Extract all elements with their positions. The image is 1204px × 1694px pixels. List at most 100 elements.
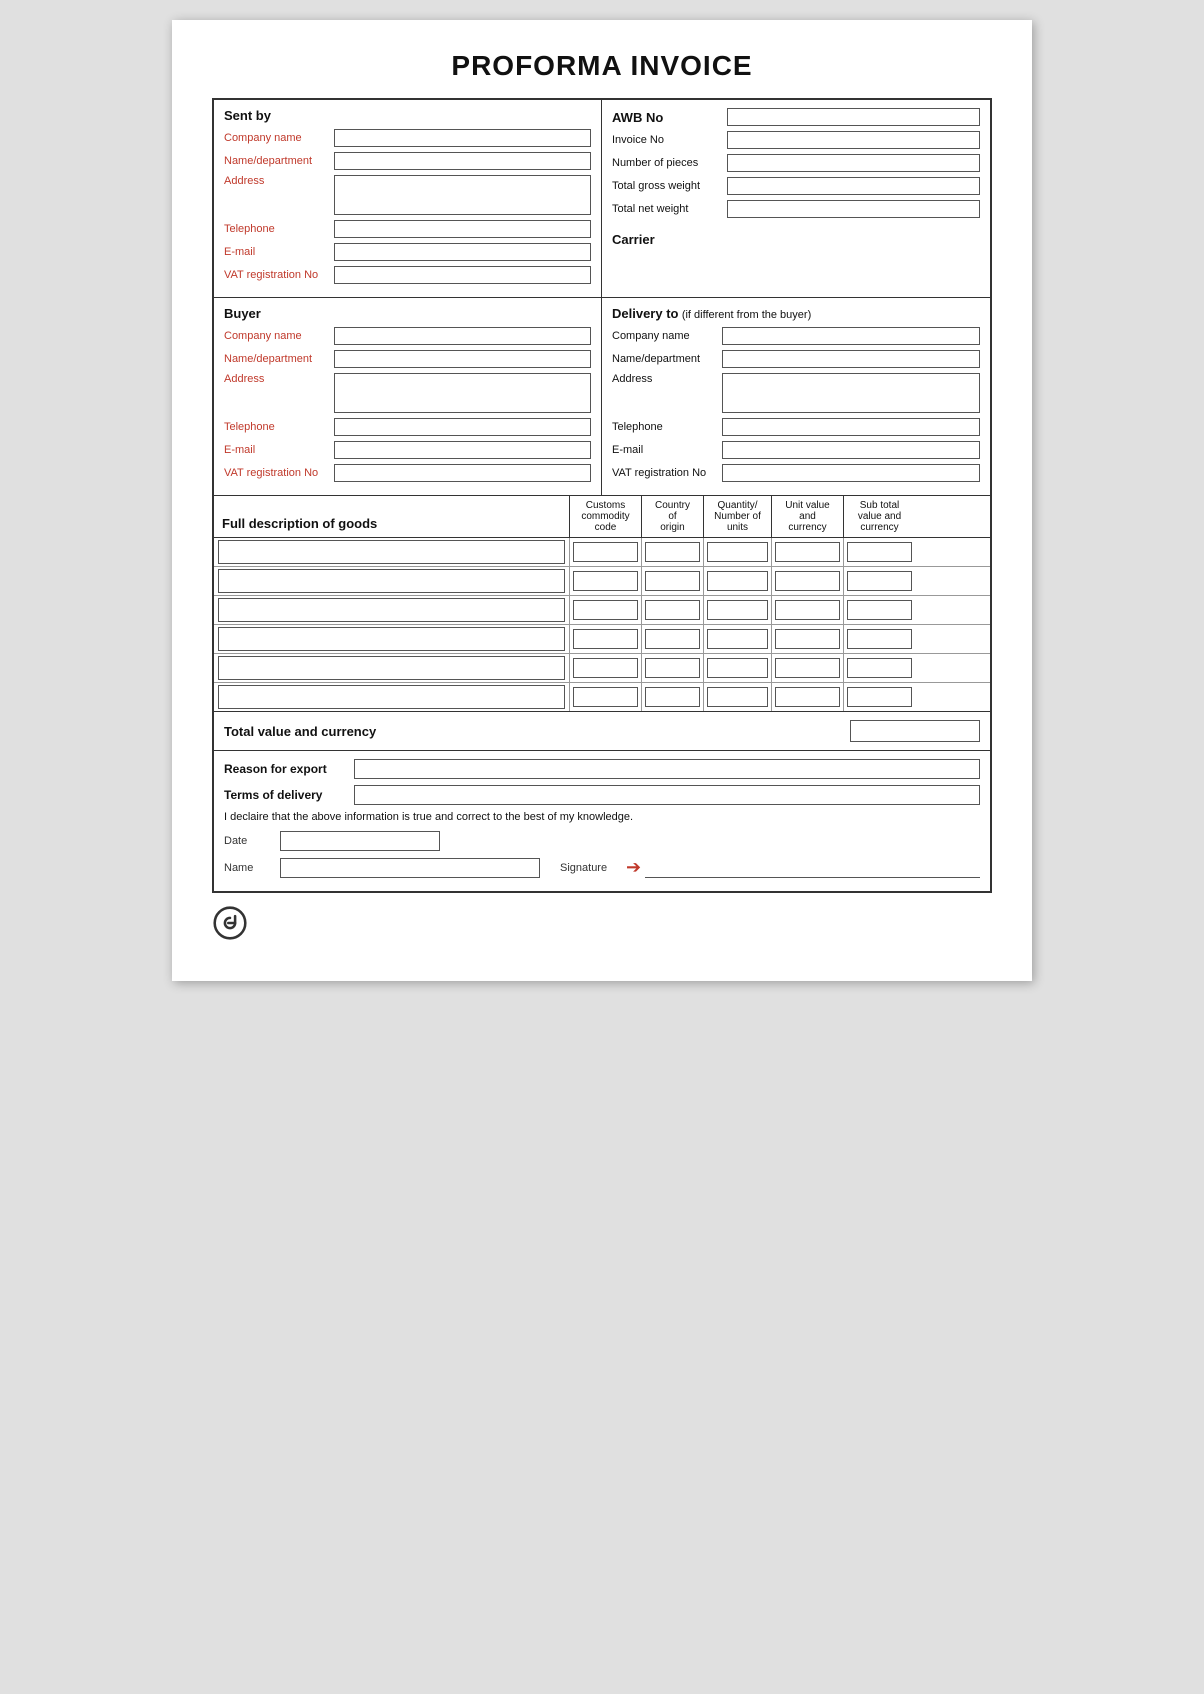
goods-subtotal-4 bbox=[843, 625, 915, 653]
goods-subtotal-input-1[interactable] bbox=[847, 542, 912, 562]
delivery-terms-label: Terms of delivery bbox=[224, 788, 354, 802]
total-value-input[interactable] bbox=[850, 720, 980, 742]
invoice-no-input[interactable] bbox=[727, 131, 980, 149]
goods-country-input-6[interactable] bbox=[645, 687, 700, 707]
logo-svg bbox=[213, 906, 247, 940]
customs-col-header: Customscommoditycode bbox=[569, 496, 641, 537]
name-label: Name bbox=[224, 862, 274, 874]
del-vat-row: VAT registration No bbox=[612, 464, 980, 482]
goods-desc-input-4[interactable] bbox=[218, 627, 565, 651]
total-row: Total value and currency bbox=[214, 712, 990, 751]
net-weight-label: Total net weight bbox=[612, 203, 727, 215]
buyer-email-input[interactable] bbox=[334, 441, 591, 459]
buyer-vat-input[interactable] bbox=[334, 464, 591, 482]
goods-subtotal-input-6[interactable] bbox=[847, 687, 912, 707]
awb-no-input[interactable] bbox=[727, 108, 980, 126]
goods-desc-input-2[interactable] bbox=[218, 569, 565, 593]
goods-customs-input-1[interactable] bbox=[573, 542, 638, 562]
goods-unit-input-5[interactable] bbox=[775, 658, 840, 678]
goods-quantity-input-1[interactable] bbox=[707, 542, 768, 562]
goods-customs-input-3[interactable] bbox=[573, 600, 638, 620]
goods-quantity-input-5[interactable] bbox=[707, 658, 768, 678]
goods-customs-input-2[interactable] bbox=[573, 571, 638, 591]
sent-address-input[interactable] bbox=[334, 175, 591, 215]
goods-row-1 bbox=[214, 538, 990, 567]
del-telephone-input[interactable] bbox=[722, 418, 980, 436]
goods-subtotal-input-3[interactable] bbox=[847, 600, 912, 620]
buyer-telephone-input[interactable] bbox=[334, 418, 591, 436]
del-telephone-label: Telephone bbox=[612, 421, 722, 433]
pieces-row: Number of pieces bbox=[612, 154, 980, 172]
del-company-label: Company name bbox=[612, 330, 722, 342]
goods-unit-3 bbox=[771, 596, 843, 624]
reason-export-input[interactable] bbox=[354, 759, 980, 779]
goods-unit-input-6[interactable] bbox=[775, 687, 840, 707]
goods-customs-1 bbox=[569, 538, 641, 566]
goods-subtotal-input-4[interactable] bbox=[847, 629, 912, 649]
goods-subtotal-input-5[interactable] bbox=[847, 658, 912, 678]
delivery-section: Delivery to (if different from the buyer… bbox=[602, 298, 990, 495]
invoice-no-label: Invoice No bbox=[612, 134, 727, 146]
del-vat-input[interactable] bbox=[722, 464, 980, 482]
goods-quantity-6 bbox=[703, 683, 771, 711]
buyer-row: Buyer Company name Name/department Addre… bbox=[214, 298, 990, 496]
date-input[interactable] bbox=[280, 831, 440, 851]
reason-export-label: Reason for export bbox=[224, 762, 354, 776]
del-company-input[interactable] bbox=[722, 327, 980, 345]
goods-country-2 bbox=[641, 567, 703, 595]
goods-desc-1 bbox=[214, 538, 569, 566]
goods-country-input-3[interactable] bbox=[645, 600, 700, 620]
goods-quantity-input-2[interactable] bbox=[707, 571, 768, 591]
del-namedept-input[interactable] bbox=[722, 350, 980, 368]
awb-section: AWB No Invoice No Number of pieces Total… bbox=[602, 100, 990, 297]
goods-subtotal-6 bbox=[843, 683, 915, 711]
name-input[interactable] bbox=[280, 858, 540, 878]
goods-country-input-1[interactable] bbox=[645, 542, 700, 562]
delivery-terms-input[interactable] bbox=[354, 785, 980, 805]
delivery-terms-row: Terms of delivery bbox=[224, 785, 980, 805]
sent-vat-input[interactable] bbox=[334, 266, 591, 284]
goods-country-input-2[interactable] bbox=[645, 571, 700, 591]
goods-quantity-input-6[interactable] bbox=[707, 687, 768, 707]
del-vat-label: VAT registration No bbox=[612, 467, 722, 479]
buyer-namedept-input[interactable] bbox=[334, 350, 591, 368]
goods-country-input-5[interactable] bbox=[645, 658, 700, 678]
goods-row-4 bbox=[214, 625, 990, 654]
sent-telephone-input[interactable] bbox=[334, 220, 591, 238]
goods-customs-input-5[interactable] bbox=[573, 658, 638, 678]
net-weight-input[interactable] bbox=[727, 200, 980, 218]
goods-unit-input-2[interactable] bbox=[775, 571, 840, 591]
buyer-company-input[interactable] bbox=[334, 327, 591, 345]
buyer-namedept-label: Name/department bbox=[224, 353, 334, 365]
goods-quantity-1 bbox=[703, 538, 771, 566]
goods-desc-header: Full description of goods bbox=[214, 496, 569, 537]
del-address-input[interactable] bbox=[722, 373, 980, 413]
goods-quantity-input-4[interactable] bbox=[707, 629, 768, 649]
goods-desc-input-3[interactable] bbox=[218, 598, 565, 622]
gross-weight-input[interactable] bbox=[727, 177, 980, 195]
buyer-telephone-label: Telephone bbox=[224, 421, 334, 433]
sent-email-input[interactable] bbox=[334, 243, 591, 261]
goods-desc-input-1[interactable] bbox=[218, 540, 565, 564]
del-email-input[interactable] bbox=[722, 441, 980, 459]
goods-unit-input-4[interactable] bbox=[775, 629, 840, 649]
goods-row-6 bbox=[214, 683, 990, 711]
goods-unit-input-1[interactable] bbox=[775, 542, 840, 562]
sent-namedept-input[interactable] bbox=[334, 152, 591, 170]
goods-unit-input-3[interactable] bbox=[775, 600, 840, 620]
signature-input[interactable] bbox=[645, 858, 980, 878]
goods-desc-input-5[interactable] bbox=[218, 656, 565, 680]
goods-customs-input-4[interactable] bbox=[573, 629, 638, 649]
goods-quantity-input-3[interactable] bbox=[707, 600, 768, 620]
goods-desc-input-6[interactable] bbox=[218, 685, 565, 709]
date-row: Date bbox=[224, 831, 980, 851]
buyer-address-row: Address bbox=[224, 373, 591, 413]
goods-customs-2 bbox=[569, 567, 641, 595]
footer bbox=[212, 905, 992, 941]
goods-customs-input-6[interactable] bbox=[573, 687, 638, 707]
sent-company-input[interactable] bbox=[334, 129, 591, 147]
pieces-input[interactable] bbox=[727, 154, 980, 172]
goods-country-input-4[interactable] bbox=[645, 629, 700, 649]
goods-subtotal-input-2[interactable] bbox=[847, 571, 912, 591]
buyer-address-input[interactable] bbox=[334, 373, 591, 413]
